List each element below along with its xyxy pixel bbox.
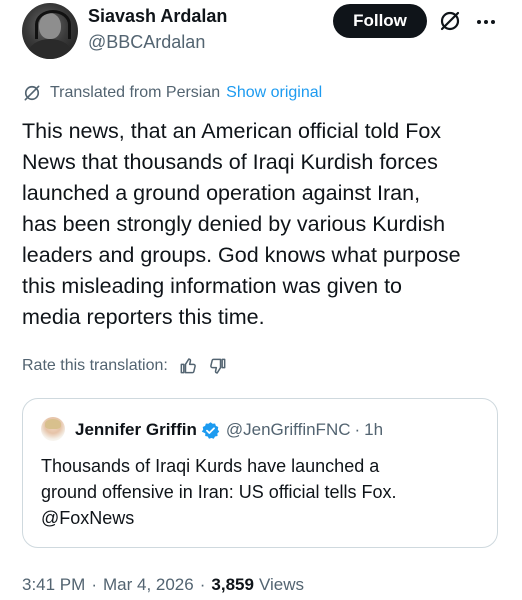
tweet-header: Siavash Ardalan @BBCArdalan Follow — [0, 0, 522, 72]
show-original-link[interactable]: Show original — [226, 84, 322, 102]
meta-separator: · — [199, 575, 206, 594]
quote-header: Jennifer Griffin @JenGriffinFNC · 1h — [75, 419, 383, 441]
author-avatar[interactable] — [22, 3, 78, 59]
author-handle[interactable]: @BBCArdalan — [88, 32, 205, 53]
quote-text-line: ground offensive in Iran: US official te… — [41, 482, 397, 502]
follow-button[interactable]: Follow — [333, 4, 427, 38]
thumbs-up-icon[interactable] — [178, 356, 198, 376]
tweet-text-line: has been strongly denied by various Kurd… — [22, 212, 446, 236]
tweet-text: This news, that an American official tol… — [22, 116, 512, 333]
quote-timestamp: 1h — [364, 420, 384, 439]
rate-translation-row: Rate this translation: — [22, 354, 228, 378]
tweet-text-line: leaders and groups. God knows what purpo… — [22, 243, 461, 267]
tweet-text-line: this misleading information was given to — [22, 274, 403, 298]
verified-badge-icon — [201, 421, 220, 439]
quote-text-line: @FoxNews — [41, 508, 135, 528]
quoted-tweet-card[interactable]: Jennifer Griffin @JenGriffinFNC · 1h Tho… — [22, 398, 498, 548]
views-label: Views — [258, 575, 304, 594]
tweet-time[interactable]: 3:41 PM — [22, 575, 85, 595]
more-icon[interactable] — [474, 10, 498, 34]
tweet-date[interactable]: Mar 4, 2026 — [103, 575, 194, 595]
tweet-text-line: This news, that an American official tol… — [22, 119, 442, 143]
thumbs-down-icon[interactable] — [208, 356, 228, 376]
tweet-text-line: media reporters this time. — [22, 305, 265, 329]
rate-translation-label: Rate this translation: — [22, 357, 168, 374]
author-display-name[interactable]: Siavash Ardalan — [88, 6, 227, 27]
quote-author-avatar — [41, 417, 65, 441]
quote-author-name: Jennifer Griffin — [75, 420, 197, 439]
tweet-text-line: launched a ground operation against Iran… — [22, 181, 421, 205]
views-count: 3,859 — [211, 575, 254, 594]
translation-notice: Translated from Persian Show original — [22, 82, 322, 104]
quote-text: Thousands of Iraqi Kurds have launched a… — [41, 453, 481, 531]
meta-separator: · — [91, 575, 97, 594]
tweet-text-line: News that thousands of Iraqi Kurdish for… — [22, 150, 438, 174]
tweet-meta: 3:41 PM · Mar 4, 2026 · 3,859 Views — [22, 573, 304, 597]
quote-separator: · — [354, 420, 361, 439]
quote-text-line: Thousands of Iraqi Kurds have launched a — [41, 456, 380, 476]
translated-from-label: Translated from Persian — [50, 84, 221, 101]
globe-icon — [24, 85, 40, 101]
quote-author-handle: @JenGriffinFNC — [225, 420, 351, 439]
grok-icon[interactable] — [438, 9, 462, 33]
